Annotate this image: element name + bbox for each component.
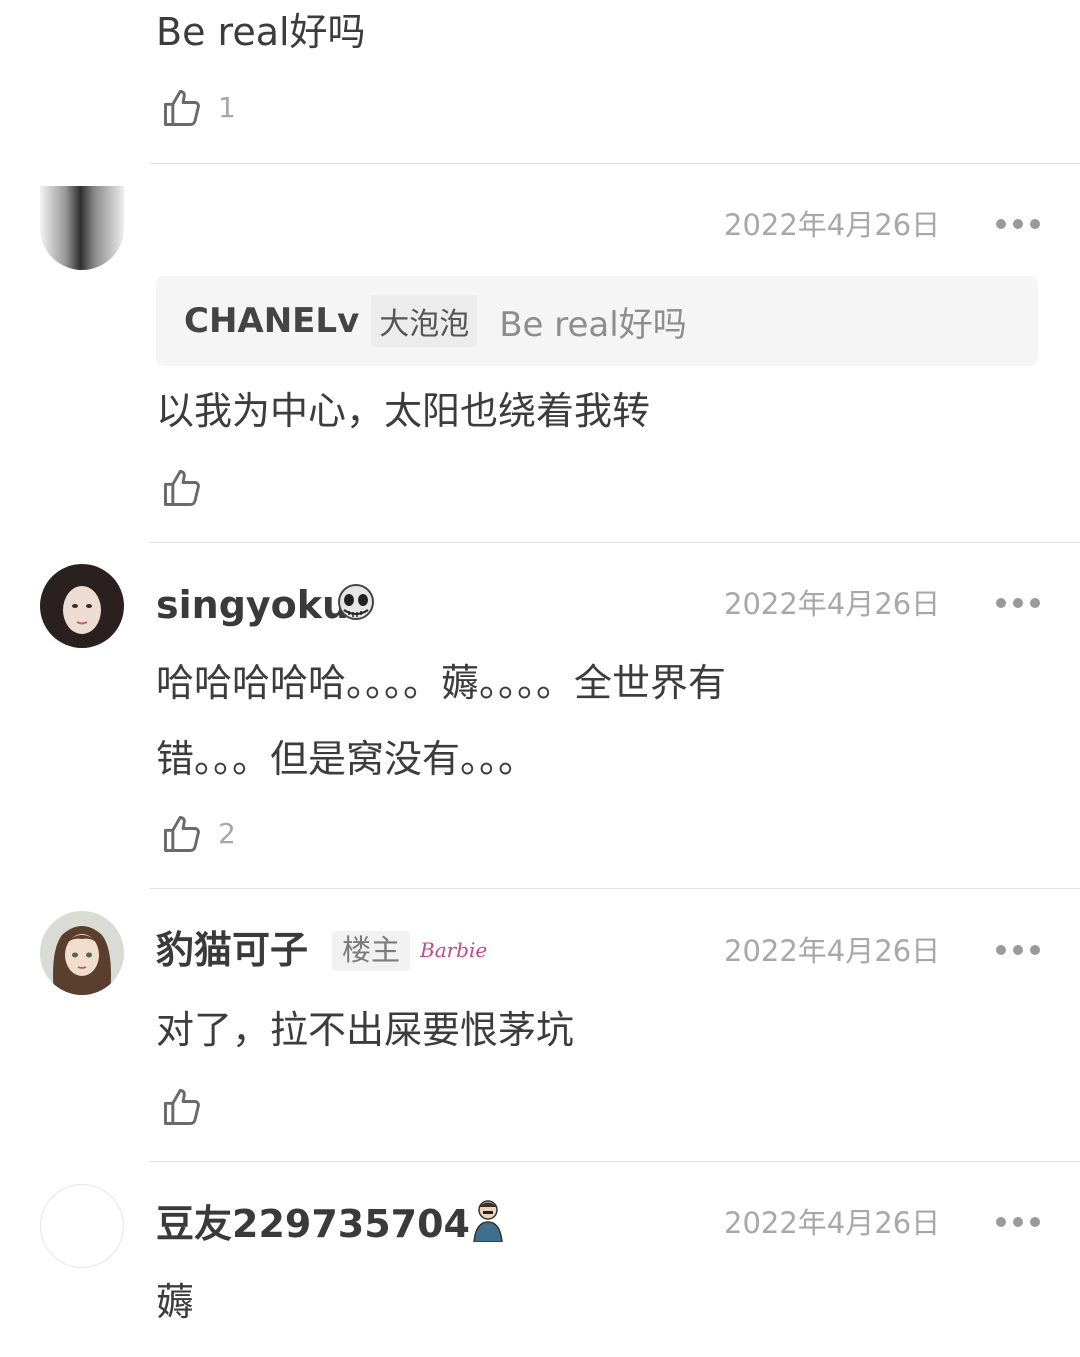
more-options-button[interactable] [996,944,1040,956]
like-button[interactable] [160,1085,218,1129]
comment-text: 对了，拉不出屎要恨茅坑 [156,1008,575,1052]
avatar[interactable] [40,186,124,270]
divider [150,1161,1080,1162]
avatar[interactable] [40,911,124,995]
skull-icon [336,584,376,624]
avatar-face [63,586,101,634]
comment-date: 2022年4月26日 [724,587,941,621]
like-button[interactable]: 1 [160,86,236,130]
like-button[interactable]: 2 [160,812,236,856]
quoted-username: CHANELv [184,301,360,341]
like-button[interactable] [160,466,218,510]
comment-text: 以我为中心，太阳也绕着我转 [156,389,651,433]
more-options-button[interactable] [996,218,1040,230]
quoted-user-badge: 大泡泡 [371,295,478,347]
divider [150,163,1080,164]
comment-text-line1: 哈哈哈哈哈。。。。薅。。。。全世界有 [156,661,727,705]
avatar[interactable] [40,564,124,648]
like-count: 1 [218,91,236,124]
barbie-sticker: Barbie [420,938,488,962]
comment-text: 薅 [156,1280,195,1324]
thumbs-up-icon [164,816,200,852]
comment-text: Be real好吗 [156,10,366,54]
more-options-button[interactable] [996,1216,1040,1228]
quoted-text: Be real好吗 [499,304,687,345]
thumbs-up-icon [164,90,200,126]
avatar-illustration [53,926,111,995]
divider [150,888,1080,889]
man-figure-icon [468,1198,508,1243]
like-count: 2 [218,817,236,850]
comment-date: 2022年4月26日 [724,208,941,242]
comment-date: 2022年4月26日 [724,1206,941,1240]
more-options-button[interactable] [996,597,1040,609]
thumbs-up-icon [164,470,200,506]
quoted-comment[interactable]: CHANELv 大泡泡 Be real好吗 [156,276,1038,366]
username[interactable]: 豆友229735704 [156,1205,470,1243]
thumbs-up-icon [164,1089,200,1125]
avatar[interactable] [40,1184,124,1268]
username[interactable]: singyoku [156,586,349,624]
divider [150,542,1080,543]
comment-date: 2022年4月26日 [724,934,941,968]
comment-text-line2: 错。。。但是窝没有。。。 [156,737,537,781]
username[interactable]: 豹猫可子 [156,931,308,969]
owner-badge: 楼主 [332,931,411,971]
